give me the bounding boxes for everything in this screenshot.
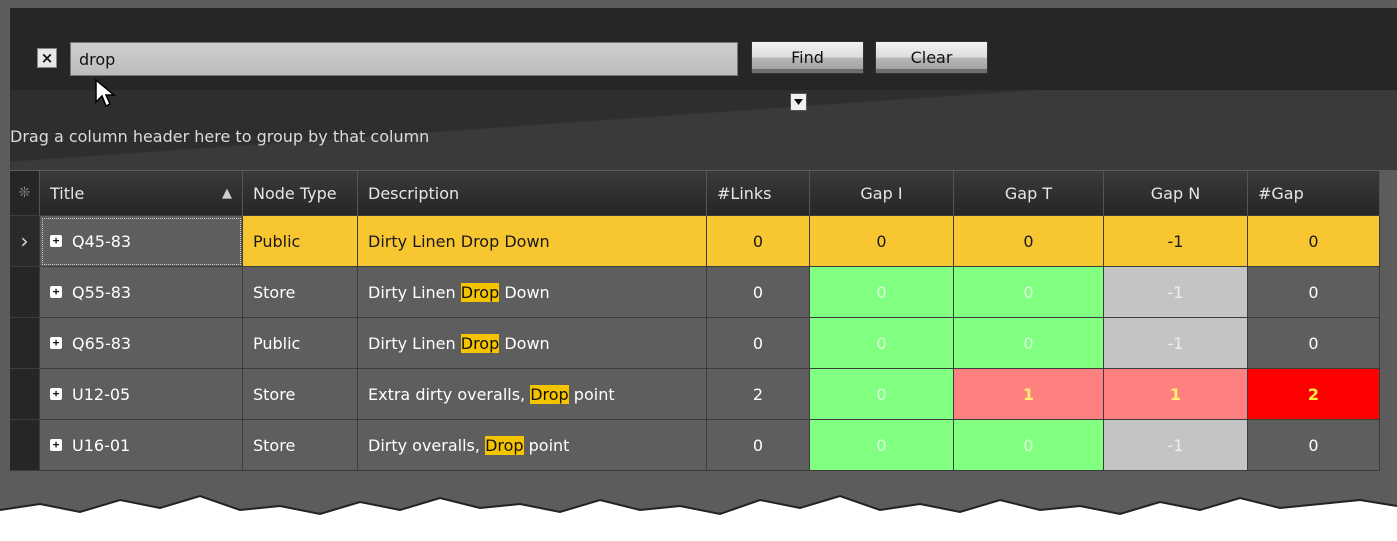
table-row[interactable]: + Q55-83 Store Dirty Linen Drop Down 0 0 … <box>10 267 1380 318</box>
column-header-links[interactable]: #Links <box>707 171 810 216</box>
gap-t-cell[interactable]: 0 <box>954 420 1104 471</box>
column-header-title[interactable]: Title ▲ <box>40 171 243 216</box>
column-header-description[interactable]: Description <box>358 171 707 216</box>
sort-ascending-icon: ▲ <box>222 185 232 201</box>
description-text: Down <box>499 231 550 251</box>
row-indicator <box>10 318 40 369</box>
gap-n-cell[interactable]: 1 <box>1104 369 1248 420</box>
mouse-cursor-icon <box>95 78 117 108</box>
title-cell[interactable]: + U12-05 <box>40 369 243 420</box>
node-type-cell[interactable]: Store <box>243 420 358 471</box>
row-indicator <box>10 420 40 471</box>
row-indicator <box>10 369 40 420</box>
table-row[interactable]: + U16-01 Store Dirty overalls, Drop point… <box>10 420 1380 471</box>
expand-plus-icon[interactable]: + <box>50 235 62 247</box>
description-text: Dirty Linen <box>368 231 461 251</box>
column-header-title-label: Title <box>50 183 85 203</box>
close-icon: × <box>40 49 54 67</box>
column-header-num-gap[interactable]: #Gap <box>1248 171 1380 216</box>
title-cell[interactable]: + Q55-83 <box>40 267 243 318</box>
expand-plus-icon[interactable]: + <box>50 337 62 349</box>
gap-i-cell[interactable]: 0 <box>810 369 954 420</box>
row-indicator <box>10 267 40 318</box>
gap-t-cell[interactable]: 0 <box>954 216 1104 267</box>
description-text: point <box>523 435 570 455</box>
table-row[interactable]: › + Q45-83 Public Dirty Linen Drop Down 0… <box>10 216 1380 267</box>
description-text: Dirty Linen <box>368 282 461 302</box>
gap-n-cell[interactable]: -1 <box>1104 216 1248 267</box>
node-type-cell[interactable]: Store <box>243 369 358 420</box>
column-header-gap-i[interactable]: Gap I <box>810 171 954 216</box>
description-text: Dirty Linen <box>368 333 461 353</box>
title-text: Q45-83 <box>72 231 132 251</box>
column-header-node-type[interactable]: Node Type <box>243 171 358 216</box>
gap-n-cell[interactable]: -1 <box>1104 318 1248 369</box>
num-gap-cell[interactable]: 0 <box>1248 267 1380 318</box>
description-text: Dirty overalls, <box>368 435 486 455</box>
title-cell[interactable]: + U16-01 <box>40 420 243 471</box>
group-panel-hint: Drag a column header here to group by th… <box>10 127 430 146</box>
search-match-highlight: Drop <box>485 435 524 455</box>
title-cell[interactable]: + Q45-83 <box>40 216 243 267</box>
search-combo[interactable] <box>70 42 807 111</box>
description-text: Down <box>499 282 550 302</box>
table-row[interactable]: + Q65-83 Public Dirty Linen Drop Down 0 0… <box>10 318 1380 369</box>
title-text: U16-01 <box>72 435 131 455</box>
links-cell[interactable]: 0 <box>707 420 810 471</box>
find-button[interactable]: Find <box>751 41 864 74</box>
column-header-gap-n[interactable]: Gap N <box>1104 171 1248 216</box>
node-type-cell[interactable]: Store <box>243 267 358 318</box>
description-cell[interactable]: Dirty Linen Drop Down <box>358 267 707 318</box>
column-header-gap-t[interactable]: Gap T <box>954 171 1104 216</box>
gap-i-cell[interactable]: 0 <box>810 420 954 471</box>
description-cell[interactable]: Dirty Linen Drop Down <box>358 318 707 369</box>
title-text: U12-05 <box>72 384 131 404</box>
clear-button[interactable]: Clear <box>875 41 988 74</box>
search-match-highlight: Drop <box>460 231 500 251</box>
gap-t-cell[interactable]: 0 <box>954 318 1104 369</box>
current-row-indicator-icon: › <box>10 216 40 267</box>
expand-plus-icon[interactable]: + <box>50 388 62 400</box>
gap-n-cell[interactable]: -1 <box>1104 420 1248 471</box>
links-cell[interactable]: 0 <box>707 267 810 318</box>
gap-i-cell[interactable]: 0 <box>810 318 954 369</box>
title-text: Q65-83 <box>72 333 132 353</box>
description-text: Down <box>499 333 550 353</box>
description-text: Extra dirty overalls, <box>368 384 531 404</box>
search-match-highlight: Drop <box>460 282 500 302</box>
gap-i-cell[interactable]: 0 <box>810 216 954 267</box>
title-cell[interactable]: + Q65-83 <box>40 318 243 369</box>
expand-plus-icon[interactable]: + <box>50 286 62 298</box>
links-cell[interactable]: 2 <box>707 369 810 420</box>
close-find-panel-button[interactable]: × <box>37 48 57 68</box>
table-row[interactable]: + U12-05 Store Extra dirty overalls, Drop… <box>10 369 1380 420</box>
description-text: point <box>568 384 615 404</box>
num-gap-cell[interactable]: 0 <box>1248 420 1380 471</box>
description-cell[interactable]: Dirty overalls, Drop point <box>358 420 707 471</box>
search-dropdown-button[interactable] <box>790 93 807 111</box>
title-text: Q55-83 <box>72 282 132 302</box>
expand-plus-icon[interactable]: + <box>50 439 62 451</box>
grid-header-row: ❊ Title ▲ Node Type Description #Links Ga… <box>10 171 1380 216</box>
node-type-cell[interactable]: Public <box>243 216 358 267</box>
num-gap-cell[interactable]: 2 <box>1248 369 1380 420</box>
torn-edge-decoration <box>0 494 1397 541</box>
num-gap-cell[interactable]: 0 <box>1248 216 1380 267</box>
gap-i-cell[interactable]: 0 <box>810 267 954 318</box>
links-cell[interactable]: 0 <box>707 318 810 369</box>
description-cell[interactable]: Dirty Linen Drop Down <box>358 216 707 267</box>
search-match-highlight: Drop <box>530 384 569 404</box>
gap-t-cell[interactable]: 0 <box>954 267 1104 318</box>
search-input[interactable] <box>71 43 711 75</box>
description-cell[interactable]: Extra dirty overalls, Drop point <box>358 369 707 420</box>
search-match-highlight: Drop <box>460 333 500 353</box>
row-indicator-header-icon[interactable]: ❊ <box>10 171 40 216</box>
chevron-down-icon <box>794 99 803 105</box>
gap-n-cell[interactable]: -1 <box>1104 267 1248 318</box>
node-type-cell[interactable]: Public <box>243 318 358 369</box>
links-cell[interactable]: 0 <box>707 216 810 267</box>
num-gap-cell[interactable]: 0 <box>1248 318 1380 369</box>
gap-t-cell[interactable]: 1 <box>954 369 1104 420</box>
